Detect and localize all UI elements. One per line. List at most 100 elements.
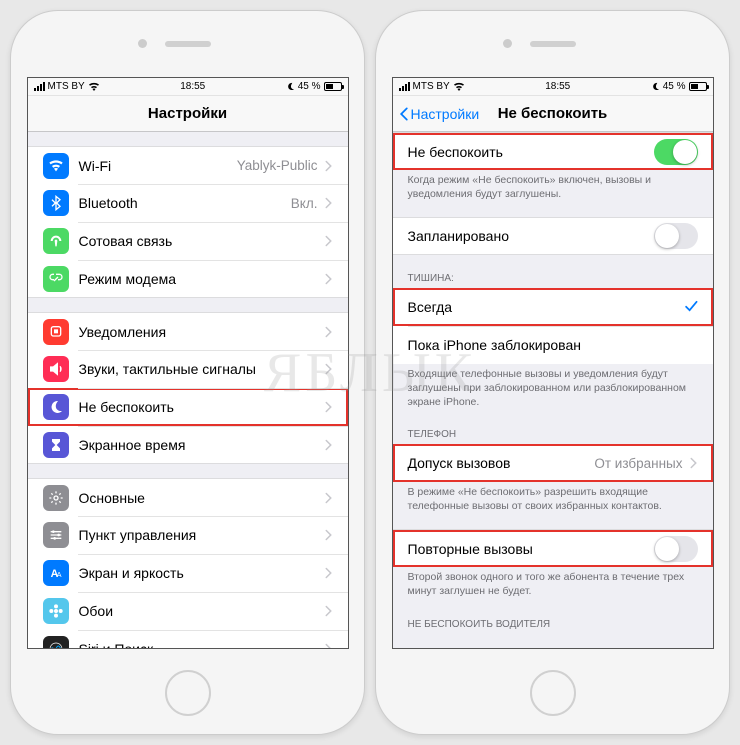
switch-dnd[interactable] [654, 139, 698, 165]
svg-text:A: A [56, 570, 61, 579]
row-label: Повторные вызовы [408, 541, 654, 557]
status-bar: MTS BY 18:55 45 % [28, 78, 348, 96]
phone-camera [138, 39, 147, 48]
link-icon [43, 266, 69, 292]
row-scheduled[interactable]: Запланировано [393, 217, 713, 255]
row-general[interactable]: Основные [28, 478, 348, 516]
row-label: Запланировано [408, 228, 654, 244]
chevron-right-icon [324, 197, 333, 209]
footer-repeat: Второй звонок одного и того же абонента … [393, 567, 713, 600]
row-label: Bluetooth [79, 195, 291, 211]
row-label: Обои [79, 603, 324, 619]
row-detail: Вкл. [291, 196, 318, 211]
moon-icon [43, 394, 69, 420]
battery-label: 45 % [298, 81, 321, 92]
row-wallpaper[interactable]: Обои [28, 592, 348, 630]
moon-icon [286, 82, 295, 91]
carrier-label: MTS BY [48, 81, 85, 92]
iphone-frame-left: MTS BY 18:55 45 % Настройки Wi-FiYablyk-… [10, 10, 365, 735]
bell-icon [43, 319, 69, 345]
gear-icon [43, 485, 69, 511]
battery-icon [689, 82, 707, 91]
row-detail: Yablyk-Public [237, 158, 318, 173]
footer-allow: В режиме «Не беспокоить» разрешить входя… [393, 482, 713, 515]
screen-settings: MTS BY 18:55 45 % Настройки Wi-FiYablyk-… [27, 77, 349, 649]
status-bar: MTS BY 18:55 45 % [393, 78, 713, 96]
dnd-scroll[interactable]: Не беспокоить Когда режим «Не беспокоить… [393, 132, 713, 648]
home-button[interactable] [530, 670, 576, 716]
footer-dnd: Когда режим «Не беспокоить» включен, выз… [393, 170, 713, 203]
row-label: Звуки, тактильные сигналы [79, 361, 324, 377]
wifi-icon [43, 153, 69, 179]
row-sounds[interactable]: Звуки, тактильные сигналы [28, 350, 348, 388]
row-label: Допуск вызовов [408, 455, 595, 471]
row-silence-locked[interactable]: Пока iPhone заблокирован [393, 326, 713, 364]
row-label: Экран и яркость [79, 565, 324, 581]
row-control[interactable]: Пункт управления [28, 516, 348, 554]
chevron-right-icon [324, 567, 333, 579]
row-label: Siri и Поиск [79, 641, 324, 648]
row-notifications[interactable]: Уведомления [28, 312, 348, 350]
page-title: Настройки [148, 105, 227, 122]
signal-icon [399, 82, 410, 91]
back-label: Настройки [411, 106, 480, 122]
home-button[interactable] [165, 670, 211, 716]
nav-bar: Настройки [28, 96, 348, 132]
back-button[interactable]: Настройки [397, 106, 480, 122]
row-label: Сотовая связь [79, 233, 324, 249]
chevron-right-icon [324, 160, 333, 172]
clock: 18:55 [545, 81, 570, 92]
wifi-icon [453, 82, 465, 91]
iphone-frame-right: MTS BY 18:55 45 % Настройки Не беспокоит… [375, 10, 730, 735]
phone-speaker [165, 41, 211, 47]
chevron-right-icon [324, 643, 333, 648]
text-icon: AA [43, 560, 69, 586]
header-driver: НЕ БЕСПОКОИТЬ ВОДИТЕЛЯ [393, 615, 713, 634]
row-wifi[interactable]: Wi-FiYablyk-Public [28, 146, 348, 184]
row-detail: От избранных [594, 456, 682, 471]
battery-label: 45 % [663, 81, 686, 92]
speaker-icon [43, 356, 69, 382]
flower-icon [43, 598, 69, 624]
row-silence-always[interactable]: Всегда [393, 288, 713, 326]
footer-silence: Входящие телефонные вызовы и уведомления… [393, 364, 713, 411]
screen-dnd: MTS BY 18:55 45 % Настройки Не беспокоит… [392, 77, 714, 649]
bluetooth-icon [43, 190, 69, 216]
settings-scroll[interactable]: Wi-FiYablyk-PublicBluetoothВкл.Сотовая с… [28, 132, 348, 648]
row-siri[interactable]: Siri и Поиск [28, 630, 348, 648]
row-cellular[interactable]: Сотовая связь [28, 222, 348, 260]
row-dnd-toggle[interactable]: Не беспокоить [393, 132, 713, 170]
antenna-icon [43, 228, 69, 254]
hourglass-icon [43, 432, 69, 458]
chevron-right-icon [324, 235, 333, 247]
switch-repeat[interactable] [654, 536, 698, 562]
row-label: Не беспокоить [79, 399, 324, 415]
chevron-right-icon [324, 326, 333, 338]
page-title: Не беспокоить [498, 105, 608, 122]
row-label: Основные [79, 490, 324, 506]
sliders-icon [43, 522, 69, 548]
row-hotspot[interactable]: Режим модема [28, 260, 348, 298]
clock: 18:55 [180, 81, 205, 92]
row-dnd[interactable]: Не беспокоить [28, 388, 348, 426]
row-screentime[interactable]: Экранное время [28, 426, 348, 464]
row-display[interactable]: AA Экран и яркость [28, 554, 348, 592]
row-allow-calls[interactable]: Допуск вызовов От избранных [393, 444, 713, 482]
row-label: Не беспокоить [408, 144, 654, 160]
row-bluetooth[interactable]: BluetoothВкл. [28, 184, 348, 222]
row-repeat-calls[interactable]: Повторные вызовы [393, 529, 713, 567]
phone-camera [503, 39, 512, 48]
switch-scheduled[interactable] [654, 223, 698, 249]
chevron-right-icon [324, 273, 333, 285]
chevron-left-icon [397, 107, 411, 121]
nav-bar: Настройки Не беспокоить [393, 96, 713, 132]
battery-icon [324, 82, 342, 91]
header-phone: ТЕЛЕФОН [393, 425, 713, 444]
chevron-right-icon [324, 605, 333, 617]
row-label: Пункт управления [79, 527, 324, 543]
chevron-right-icon [324, 439, 333, 451]
row-label: Всегда [408, 299, 684, 315]
row-label: Уведомления [79, 324, 324, 340]
row-label: Экранное время [79, 437, 324, 453]
wifi-icon [88, 82, 100, 91]
